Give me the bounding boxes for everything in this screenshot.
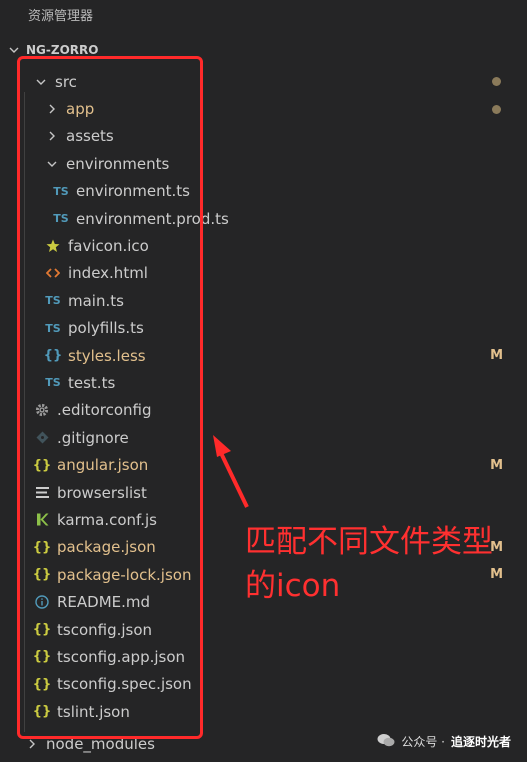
modified-dot-icon [492, 104, 501, 114]
modified-dot-icon [492, 77, 501, 87]
annotation-text: 匹配不同文件类型的icon [245, 524, 493, 604]
project-name: NG-ZORRO [26, 43, 99, 57]
watermark-prefix: 公众号 · [401, 735, 445, 749]
annotation-highlight-box [17, 56, 203, 739]
watermark-name: 追逐时光者 [450, 735, 511, 749]
git-modified-badge: M [490, 348, 503, 364]
chevron-right-icon [24, 739, 40, 749]
explorer-title: 资源管理器 [28, 9, 94, 24]
wechat-icon [377, 733, 395, 750]
annotation-arrow-icon [213, 435, 249, 508]
git-modified-badge: M [490, 457, 503, 473]
watermark: 公众号 · 追逐时光者 [377, 733, 511, 750]
